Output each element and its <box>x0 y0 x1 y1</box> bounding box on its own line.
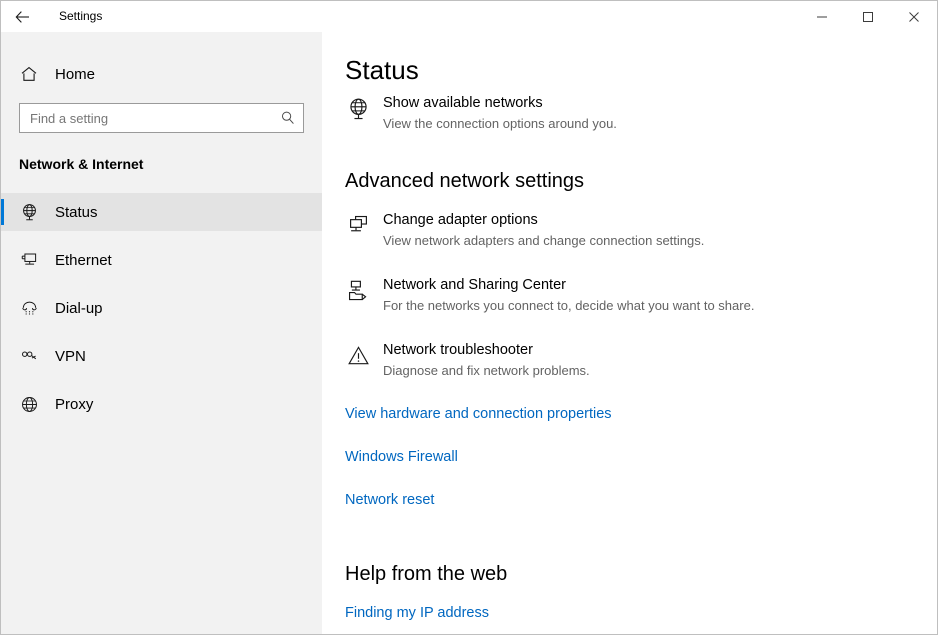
link-network-reset[interactable]: Network reset <box>345 492 434 508</box>
dialup-phone-icon <box>18 297 40 319</box>
close-button[interactable] <box>891 1 937 32</box>
help-links: Finding my IP address <box>322 605 937 621</box>
sidebar-item-dial-up-label: Dial-up <box>55 300 103 317</box>
network-sharing-center-subtitle: For the networks you connect to, decide … <box>383 297 754 315</box>
help-from-web-heading: Help from the web <box>345 563 937 586</box>
network-sharing-center-title: Network and Sharing Center <box>383 276 754 295</box>
back-arrow-icon <box>14 8 32 26</box>
network-troubleshooter-title: Network troubleshooter <box>383 341 590 360</box>
sidebar-item-home-label: Home <box>55 66 95 83</box>
sidebar-item-ethernet-label: Ethernet <box>55 252 112 269</box>
sidebar-item-status[interactable]: Status <box>1 193 322 231</box>
advanced-settings-list: Change adapter options View network adap… <box>322 211 937 380</box>
network-troubleshooter-text: Network troubleshooter Diagnose and fix … <box>377 341 590 380</box>
main-content: Status Show available networks View the … <box>322 32 937 634</box>
sidebar-item-proxy-label: Proxy <box>55 396 93 413</box>
show-available-networks-subtitle: View the connection options around you. <box>383 115 617 133</box>
network-sharing-center-text: Network and Sharing Center For the netwo… <box>377 276 754 315</box>
link-windows-firewall[interactable]: Windows Firewall <box>345 449 458 465</box>
sidebar-item-home[interactable]: Home <box>1 57 322 91</box>
minimize-icon <box>816 11 828 23</box>
network-globe-icon <box>18 201 40 223</box>
sidebar-item-ethernet[interactable]: Ethernet <box>1 241 322 279</box>
globe-icon <box>18 393 40 415</box>
advanced-network-settings-heading: Advanced network settings <box>345 170 937 193</box>
minimize-button[interactable] <box>799 1 845 32</box>
sidebar-category-title: Network & Internet <box>19 156 322 172</box>
settings-window: Settings <box>0 0 938 635</box>
adapter-monitors-icon <box>345 211 377 250</box>
show-available-networks-entry[interactable]: Show available networks View the connect… <box>345 94 937 133</box>
ethernet-icon <box>18 249 40 271</box>
change-adapter-options-entry[interactable]: Change adapter options View network adap… <box>345 211 937 250</box>
search-icon[interactable] <box>273 104 303 132</box>
show-available-networks-title: Show available networks <box>383 94 617 113</box>
show-available-networks-text: Show available networks View the connect… <box>377 94 617 133</box>
change-adapter-options-subtitle: View network adapters and change connect… <box>383 232 704 250</box>
home-icon <box>18 63 40 85</box>
sidebar-item-vpn[interactable]: VPN <box>1 337 322 375</box>
change-adapter-options-title: Change adapter options <box>383 211 704 230</box>
page-title: Status <box>345 56 937 86</box>
change-adapter-options-text: Change adapter options View network adap… <box>377 211 704 250</box>
app-title: Settings <box>59 1 102 32</box>
sidebar-nav-list: Status Ethernet <box>1 193 322 423</box>
link-finding-my-ip-address[interactable]: Finding my IP address <box>345 605 489 621</box>
sidebar-item-vpn-label: VPN <box>55 348 86 365</box>
sidebar-item-dial-up[interactable]: Dial-up <box>1 289 322 327</box>
network-troubleshooter-subtitle: Diagnose and fix network problems. <box>383 362 590 380</box>
close-icon <box>908 11 920 23</box>
warning-triangle-icon <box>345 341 377 380</box>
title-bar: Settings <box>1 1 937 32</box>
link-view-hardware-properties[interactable]: View hardware and connection properties <box>345 406 612 422</box>
sharing-center-icon <box>345 276 377 315</box>
sidebar-item-proxy[interactable]: Proxy <box>1 385 322 423</box>
back-button[interactable] <box>1 1 45 32</box>
network-globe-icon <box>345 94 377 133</box>
maximize-button[interactable] <box>845 1 891 32</box>
maximize-icon <box>862 11 874 23</box>
sidebar: Home Network & Internet <box>1 32 322 634</box>
network-troubleshooter-entry[interactable]: Network troubleshooter Diagnose and fix … <box>345 341 937 380</box>
advanced-links: View hardware and connection properties … <box>322 406 937 508</box>
caption-buttons <box>799 1 937 32</box>
vpn-link-icon <box>18 345 40 367</box>
sidebar-item-status-label: Status <box>55 204 98 221</box>
network-sharing-center-entry[interactable]: Network and Sharing Center For the netwo… <box>345 276 937 315</box>
search-input[interactable] <box>20 105 273 131</box>
search-box[interactable] <box>19 103 304 133</box>
